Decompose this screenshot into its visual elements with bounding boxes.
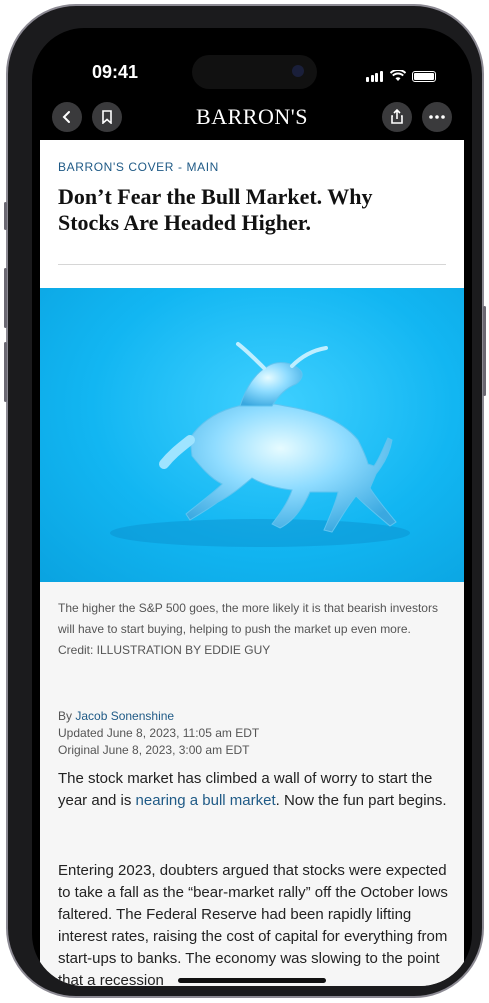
cellular-signal-icon [366, 64, 384, 82]
side-button-volume-up [4, 268, 7, 328]
more-icon [429, 115, 445, 119]
home-indicator[interactable] [178, 978, 326, 983]
article-headline: Don’t Fear the Bull Market. Why Stocks A… [58, 184, 373, 235]
side-button-action [4, 202, 7, 230]
status-icons [366, 64, 436, 82]
wifi-icon [390, 70, 406, 81]
paragraph-1: The stock market has climbed a wall of w… [58, 768, 450, 812]
nav-bar: BARRON'S [32, 100, 472, 140]
paragraph-2: Entering 2023, doubters argued that stoc… [58, 862, 448, 986]
share-icon [391, 109, 403, 124]
bull-market-link[interactable]: nearing a bull market [136, 792, 276, 809]
dynamic-island [192, 55, 317, 89]
image-caption: The higher the S&P 500 goes, the more li… [58, 601, 438, 657]
camera-icon [292, 65, 304, 77]
article-body: The higher the S&P 500 goes, the more li… [40, 582, 464, 986]
status-time: 09:41 [92, 62, 139, 82]
article-content[interactable]: BARRON'S COVER - MAIN Don’t Fear the Bul… [40, 140, 464, 986]
paragraph-1-text-b: . Now the fun part begins. [275, 792, 447, 809]
byline-prefix: By [58, 709, 76, 723]
byline-line: By Jacob Sonenshine [58, 708, 259, 725]
author-link[interactable]: Jacob Sonenshine [75, 709, 174, 723]
share-button[interactable] [382, 102, 412, 132]
more-button[interactable] [422, 102, 452, 132]
hero-image [40, 288, 464, 582]
original-date: Original June 8, 2023, 3:00 am EDT [58, 743, 250, 757]
bull-illustration [110, 342, 410, 547]
side-button-volume-down [4, 342, 7, 402]
article-kicker[interactable]: BARRON'S COVER - MAIN [58, 160, 219, 174]
battery-icon [412, 71, 436, 82]
divider [58, 264, 446, 265]
updated-date: Updated June 8, 2023, 11:05 am EDT [58, 726, 260, 740]
side-button-power [483, 306, 486, 396]
screen: 09:41 BARRON'S BARRON'S COVER - MAIN Don… [32, 28, 472, 986]
phone-frame: 09:41 BARRON'S BARRON'S COVER - MAIN Don… [4, 4, 486, 998]
byline: By Jacob Sonenshine Updated June 8, 2023… [58, 708, 259, 759]
